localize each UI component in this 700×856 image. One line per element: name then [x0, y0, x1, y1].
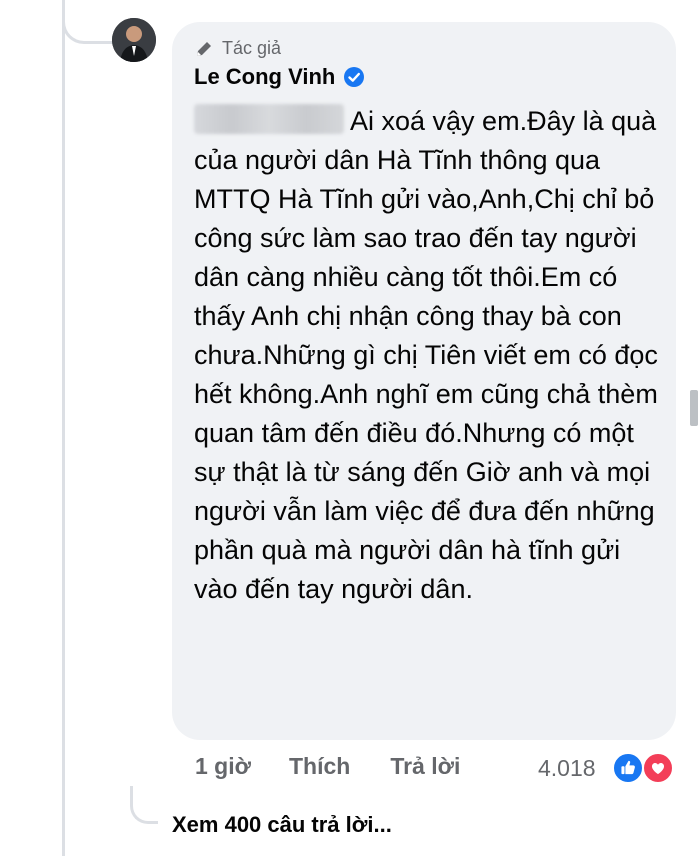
avatar[interactable]: [112, 18, 156, 62]
thread-connector: [62, 0, 114, 44]
avatar-image: [112, 18, 156, 62]
role-label: Tác giả: [222, 38, 282, 58]
love-icon: [642, 752, 674, 784]
comment-actions: 1 giờ Thích Trả lời: [195, 753, 460, 780]
comment-time[interactable]: 1 giờ: [195, 753, 251, 780]
comment-body: Ai xoá vậy em.Đây là quà của người dân H…: [194, 106, 658, 604]
author-name[interactable]: Le Cong Vinh: [194, 64, 335, 90]
view-more-replies-link[interactable]: Xem 400 câu trả lời...: [172, 812, 392, 838]
pencil-icon: [197, 41, 211, 56]
like-button[interactable]: Thích: [289, 753, 350, 780]
reaction-icons[interactable]: [612, 752, 678, 784]
comment-text: Ai xoá vậy em.Đây là quà của người dân H…: [194, 102, 664, 609]
replies-connector: [130, 786, 158, 824]
reaction-count[interactable]: 4.018: [538, 755, 596, 782]
scrollbar[interactable]: [690, 390, 698, 426]
author-row: Le Cong Vinh: [194, 64, 365, 90]
author-role: Tác giả: [194, 38, 281, 59]
thread-line: [62, 0, 65, 856]
verified-badge-icon: [344, 67, 365, 87]
comment-bubble: Tác giả Le Cong Vinh Ai xoá vậy em.Đây l…: [172, 22, 676, 740]
blurred-mention[interactable]: [194, 104, 344, 134]
reply-button[interactable]: Trả lời: [390, 753, 460, 780]
like-icon: [612, 752, 644, 784]
